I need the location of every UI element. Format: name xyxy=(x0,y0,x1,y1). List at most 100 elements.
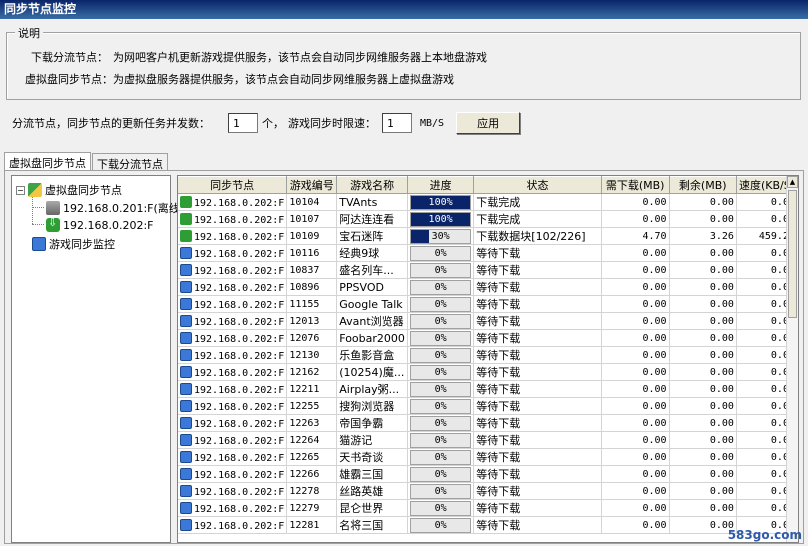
cell-game-name: 昆仑世界 xyxy=(336,499,408,517)
cell-progress: 0% xyxy=(407,499,475,517)
cell-need-mb: 0.00 xyxy=(601,363,670,381)
waiting-status-icon xyxy=(180,280,192,293)
tree-node-202[interactable]: 192.168.0.202:F xyxy=(46,216,154,233)
column-header[interactable]: 同步节点 xyxy=(178,176,288,194)
table-row[interactable]: 192.168.0.202:F 12130 乐鱼影音盒 0% 等待下载 0.00 0.00 0… xyxy=(178,346,798,364)
cell-game-id: 12266 xyxy=(286,465,338,483)
cell-game-name: 阿达连连看 xyxy=(336,210,408,228)
column-header[interactable]: 需下载(MB) xyxy=(601,176,670,194)
column-header[interactable]: 游戏编号 xyxy=(286,176,338,194)
scroll-thumb[interactable] xyxy=(788,190,797,318)
progress-text: 0% xyxy=(434,400,447,412)
node-text: 192.168.0.202:F xyxy=(194,299,285,311)
table-row[interactable]: 192.168.0.202:F 10109 宝石迷阵 30% 下载数据块[102/226… xyxy=(178,227,798,245)
column-header[interactable]: 游戏名称 xyxy=(336,176,408,194)
desc-row-download: 下载分流节点： 为网吧客户机更新游戏提供服务，该节点会自动同步网维服务器上本地盘游… xyxy=(31,49,487,65)
cell-progress: 0% xyxy=(407,346,475,364)
column-header[interactable]: 进度 xyxy=(407,176,475,194)
cell-game-id: 12013 xyxy=(286,312,338,330)
apply-button[interactable]: 应用 xyxy=(456,112,521,134)
tree-node-201[interactable]: 192.168.0.201:F(离线) xyxy=(46,200,184,216)
download-status-icon xyxy=(180,229,192,242)
tab-download-nodes[interactable]: 下载分流节点 xyxy=(92,153,168,171)
table-row[interactable]: 192.168.0.202:F 10116 经典9球 0% 等待下载 0.00 0.00 0.… xyxy=(178,244,798,262)
progress-bar: 0% xyxy=(409,432,472,448)
table-row[interactable]: 192.168.0.202:F 12278 丝路英雄 0% 等待下载 0.00 0.00 0.… xyxy=(178,482,798,500)
progress-bar: 0% xyxy=(409,398,472,414)
table-row[interactable]: 192.168.0.202:F 12263 帝国争霸 0% 等待下载 0.00 0.00 0.… xyxy=(178,414,798,432)
progress-bar: 0% xyxy=(409,296,472,312)
node-text: 192.168.0.202:F xyxy=(194,350,285,362)
concurrency-input[interactable] xyxy=(228,113,258,133)
cell-remain-mb: 0.00 xyxy=(669,431,737,449)
table-row[interactable]: 192.168.0.202:F 12281 名将三国 0% 等待下载 0.00 0.00 0.… xyxy=(178,516,798,534)
cell-need-mb: 0.00 xyxy=(601,465,670,483)
table-row[interactable]: 192.168.0.202:F 10104 TVAnts 100% 下载完成 0.00 0.… xyxy=(178,193,798,211)
table-row[interactable]: 192.168.0.202:F 12013 Avant浏览器 0% 等待下载 0.00 0.… xyxy=(178,312,798,330)
vertical-scrollbar[interactable]: ▲ xyxy=(786,176,798,542)
download-status-icon xyxy=(180,212,192,225)
progress-text: 0% xyxy=(434,315,447,327)
sync-grid: 同步节点 游戏编号 游戏名称 进度 状态 需下载(MB) 剩余(MB) 速度(KB/S) 19… xyxy=(177,175,799,543)
tree-expander[interactable]: − xyxy=(16,185,25,195)
waiting-status-icon xyxy=(180,314,192,327)
window-title: 同步节点监控 xyxy=(0,0,808,19)
speed-label: 游戏同步时限速： xyxy=(288,117,376,130)
cell-game-id: 12278 xyxy=(286,482,338,500)
cell-progress: 0% xyxy=(407,261,475,279)
progress-text: 30% xyxy=(431,230,450,242)
cell-node: 192.168.0.202:F xyxy=(178,261,288,279)
tree-node-monitor[interactable]: 游戏同步监控 xyxy=(32,236,115,252)
cell-remain-mb: 0.00 xyxy=(669,380,737,398)
table-row[interactable]: 192.168.0.202:F 12265 天书奇谈 0% 等待下载 0.00 0.00 0.… xyxy=(178,448,798,466)
cell-node: 192.168.0.202:F xyxy=(178,516,288,534)
tab-panel: − 虚拟盘同步节点 192.168.0.201:F(离线) 192.168.0.… xyxy=(4,170,804,544)
cell-node: 192.168.0.202:F xyxy=(178,431,288,449)
cell-status: 等待下载 xyxy=(473,482,602,500)
table-row[interactable]: 192.168.0.202:F 12266 雄霸三国 0% 等待下载 0.00 0.00 0.… xyxy=(178,465,798,483)
waiting-status-icon xyxy=(180,297,192,310)
progress-bar: 0% xyxy=(409,483,472,499)
cell-progress: 100% xyxy=(407,193,475,211)
speed-input[interactable] xyxy=(382,113,412,133)
table-row[interactable]: 192.168.0.202:F 12076 Foobar2000 0% 等待下载 0.00… xyxy=(178,329,798,347)
tree-root-virtual-sync[interactable]: − 虚拟盘同步节点 xyxy=(16,182,122,198)
table-row[interactable]: 192.168.0.202:F 12162 (10254)魔... 0% 等待下载 0.0… xyxy=(178,363,798,381)
cell-need-mb: 0.00 xyxy=(601,244,670,262)
progress-bar: 0% xyxy=(409,500,472,516)
table-row[interactable]: 192.168.0.202:F 12211 Airplay粥... 0% 等待下载 0.0… xyxy=(178,380,798,398)
cell-game-name: (10254)魔... xyxy=(336,363,408,381)
cell-game-name: Airplay粥... xyxy=(336,380,408,398)
table-row[interactable]: 192.168.0.202:F 12255 搜狗浏览器 0% 等待下载 0.00 0.00 0… xyxy=(178,397,798,415)
node-text: 192.168.0.202:F xyxy=(194,469,285,481)
cell-need-mb: 0.00 xyxy=(601,312,670,330)
table-row[interactable]: 192.168.0.202:F 10837 盛名列车... 0% 等待下载 0.00 0.0… xyxy=(178,261,798,279)
column-header[interactable]: 状态 xyxy=(473,176,602,194)
tab-virtual-sync-nodes[interactable]: 虚拟盘同步节点 xyxy=(4,152,91,171)
node-tree: − 虚拟盘同步节点 192.168.0.201:F(离线) 192.168.0.… xyxy=(11,175,184,543)
cell-progress: 0% xyxy=(407,312,475,330)
cell-remain-mb: 0.00 xyxy=(669,329,737,347)
column-header[interactable]: 剩余(MB) xyxy=(669,176,737,194)
table-row[interactable]: 192.168.0.202:F 10896 PPSVOD 0% 等待下载 0.00 0.00… xyxy=(178,278,798,296)
scroll-up-icon[interactable]: ▲ xyxy=(787,176,798,188)
cell-status: 等待下载 xyxy=(473,465,602,483)
waiting-status-icon xyxy=(180,484,192,497)
table-row[interactable]: 192.168.0.202:F 12279 昆仑世界 0% 等待下载 0.00 0.00 0.… xyxy=(178,499,798,517)
tree-monitor-label: 游戏同步监控 xyxy=(49,238,115,251)
cell-status: 等待下载 xyxy=(473,244,602,262)
cell-need-mb: 0.00 xyxy=(601,329,670,347)
progress-text: 0% xyxy=(434,281,447,293)
progress-bar: 100% xyxy=(409,211,472,227)
cell-need-mb: 0.00 xyxy=(601,210,670,228)
table-row[interactable]: 192.168.0.202:F 10107 阿达连连看 100% 下载完成 0.00 0.0… xyxy=(178,210,798,228)
progress-bar: 0% xyxy=(409,381,472,397)
table-row[interactable]: 192.168.0.202:F 12264 猫游记 0% 等待下载 0.00 0.00 0.0… xyxy=(178,431,798,449)
cell-game-id: 10104 xyxy=(286,193,338,211)
table-row[interactable]: 192.168.0.202:F 11155 Google Talk 0% 等待下载 0.0… xyxy=(178,295,798,313)
cell-progress: 0% xyxy=(407,431,475,449)
cell-need-mb: 0.00 xyxy=(601,261,670,279)
description-group: 说明 下载分流节点： 为网吧客户机更新游戏提供服务，该节点会自动同步网维服务器上本… xyxy=(6,25,801,100)
cell-game-id: 11155 xyxy=(286,295,338,313)
cell-game-name: 经典9球 xyxy=(336,244,408,262)
